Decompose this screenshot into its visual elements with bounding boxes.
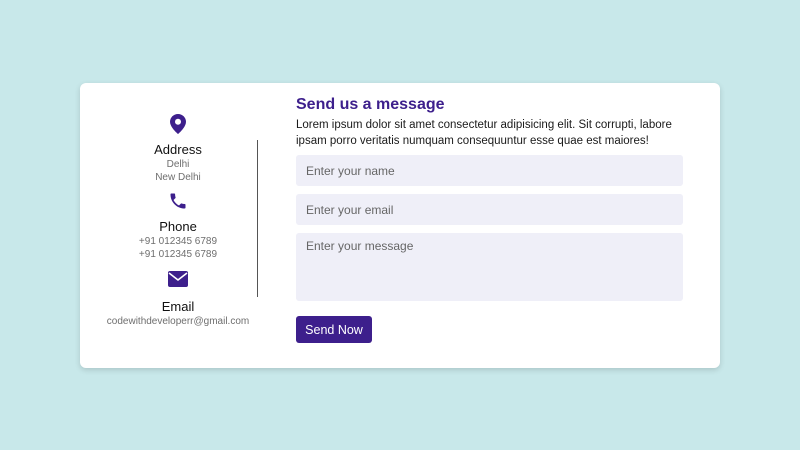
message-textarea[interactable] xyxy=(296,233,683,301)
form-description: Lorem ipsum dolor sit amet consectetur a… xyxy=(296,119,672,147)
vertical-divider xyxy=(257,140,258,297)
phone-number: +91 012345 6789 xyxy=(138,236,218,247)
message-form: Send us a message Lorem ipsum dolor sit … xyxy=(296,95,683,343)
send-now-button[interactable]: Send Now xyxy=(296,316,372,343)
address-line: New Delhi xyxy=(155,172,201,183)
phone-icon xyxy=(80,191,276,215)
envelope-icon xyxy=(80,271,276,295)
contact-card: Address Delhi New Delhi Phone +91 012345… xyxy=(80,83,720,368)
address-label: Address xyxy=(154,142,202,157)
address-block: Address Delhi New Delhi xyxy=(80,114,276,184)
email-address: codewithdeveloperr@gmail.com xyxy=(106,316,250,327)
form-title: Send us a message xyxy=(296,96,445,113)
email-block: Email codewithdeveloperr@gmail.com xyxy=(80,268,276,328)
name-input[interactable] xyxy=(296,155,683,186)
phone-number: +91 012345 6789 xyxy=(138,249,218,260)
phone-block: Phone +91 012345 6789 +91 012345 6789 xyxy=(80,191,276,261)
contact-info-panel: Address Delhi New Delhi Phone +91 012345… xyxy=(80,83,276,368)
phone-label: Phone xyxy=(159,219,197,234)
address-line: Delhi xyxy=(166,159,190,170)
email-label: Email xyxy=(161,299,195,314)
email-input[interactable] xyxy=(296,194,683,225)
map-pin-icon xyxy=(80,114,276,138)
